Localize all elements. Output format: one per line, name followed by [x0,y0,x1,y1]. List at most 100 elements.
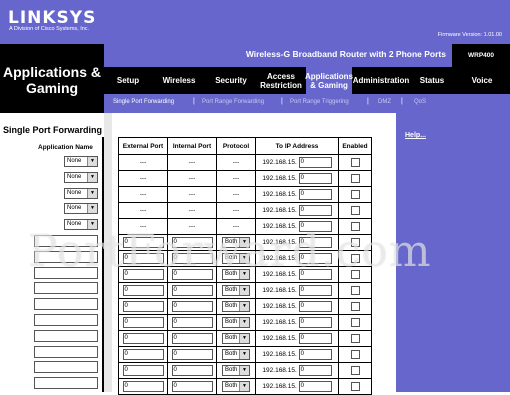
ip-last-octet-input[interactable]: 0 [298,333,332,344]
external-port-cell: 0 [118,266,168,283]
ip-last-octet-input[interactable]: 0 [298,269,332,280]
application-name-input[interactable] [34,345,98,358]
tab-security[interactable]: Security [206,67,256,94]
application-select[interactable]: None ▼ [64,187,98,199]
enabled-checkbox[interactable] [350,350,360,359]
subtab-single-port-forwarding[interactable]: Single Port Forwarding [113,99,174,105]
application-select[interactable]: None ▼ [64,156,98,167]
external-port-input[interactable]: 0 [122,381,164,392]
internal-port-input[interactable]: 0 [171,317,213,328]
external-port-value: --- [118,202,168,219]
ip-last-octet-input[interactable]: 0 [298,189,332,200]
external-port-input[interactable]: 0 [122,285,164,296]
internal-port-input[interactable]: 0 [171,349,213,360]
enabled-checkbox[interactable] [350,286,360,295]
external-port-input[interactable]: 0 [122,237,164,248]
application-name-input[interactable] [34,250,98,263]
protocol-select[interactable]: Both ▼ [222,237,250,248]
protocol-select[interactable]: Both ▼ [222,285,250,296]
application-select[interactable]: None ▼ [64,219,98,231]
enabled-checkbox[interactable] [350,302,360,311]
application-name-input[interactable] [34,361,98,374]
protocol-select[interactable]: Both ▼ [222,269,250,280]
subtab-qos[interactable]: QoS [414,99,426,105]
application-name-input[interactable] [34,282,98,295]
enabled-checkbox[interactable] [350,270,360,279]
enabled-checkbox[interactable] [350,158,360,167]
internal-port-input[interactable]: 0 [171,269,213,280]
protocol-select[interactable]: Both ▼ [222,333,250,344]
internal-port-input[interactable]: 0 [171,301,213,312]
application-select[interactable]: None ▼ [64,171,98,183]
internal-port-input[interactable]: 0 [171,237,213,248]
ip-last-octet-input[interactable]: 0 [298,381,332,392]
tab-voice[interactable]: Voice [454,67,510,94]
ip-last-octet-input[interactable]: 0 [298,221,332,232]
external-port-input[interactable]: 0 [122,301,164,312]
ip-last-octet-input[interactable]: 0 [298,285,332,296]
ip-last-octet-input[interactable]: 0 [298,317,332,328]
external-port-input[interactable]: 0 [122,333,164,344]
ip-last-octet-input[interactable]: 0 [298,205,332,216]
subtab-dmz[interactable]: DMZ [378,99,391,105]
ip-last-octet-input[interactable]: 0 [298,237,332,248]
protocol-select[interactable]: Both ▼ [222,317,250,328]
application-name-input[interactable] [34,314,98,326]
internal-port-input[interactable]: 0 [171,285,213,296]
application-select-value: None [67,205,82,212]
tab-access-restriction[interactable]: Access Restriction [256,67,306,94]
page-title-box: Single Port Forwarding [0,113,104,137]
table-row: 0 0 Both ▼ 192.168.15. 0 [118,266,372,283]
internal-port-input[interactable]: 0 [171,253,213,264]
tab-applications-gaming[interactable]: Applications & Gaming [305,67,353,94]
application-name-input[interactable] [34,329,98,342]
ip-last-octet-input[interactable]: 0 [298,157,332,168]
internal-port-value: --- [167,202,217,219]
internal-port-input[interactable]: 0 [171,381,213,392]
application-name-input[interactable] [34,298,98,311]
application-name-input[interactable] [34,266,98,279]
external-port-input[interactable]: 0 [122,269,164,280]
enabled-checkbox[interactable] [350,238,360,247]
enabled-checkbox[interactable] [350,382,360,391]
subtab-port-range-forwarding[interactable]: Port Range Forwarding [202,99,264,105]
tab-wireless[interactable]: Wireless [152,67,206,94]
tab-status[interactable]: Status [410,67,454,94]
application-select[interactable]: None ▼ [64,203,98,215]
enabled-checkbox[interactable] [350,222,360,231]
help-link[interactable]: Help... [405,132,426,139]
protocol-select[interactable]: Both ▼ [222,301,250,312]
external-port-input[interactable]: 0 [122,317,164,328]
product-bar: Wireless-G Broadband Router with 2 Phone… [104,44,510,67]
application-name-input[interactable] [34,235,98,247]
enabled-checkbox[interactable] [350,334,360,343]
enabled-checkbox[interactable] [350,190,360,199]
ip-last-octet-input[interactable]: 0 [298,349,332,360]
protocol-value: --- [216,154,256,171]
enabled-checkbox[interactable] [350,366,360,375]
table-row: 0 0 Both ▼ 192.168.15. 0 [118,314,372,331]
enabled-checkbox[interactable] [350,174,360,183]
protocol-select[interactable]: Both ▼ [222,253,250,264]
ip-last-octet-input[interactable]: 0 [298,365,332,376]
protocol-select[interactable]: Both ▼ [222,365,250,376]
protocol-select[interactable]: Both ▼ [222,381,250,392]
enabled-checkbox[interactable] [350,206,360,215]
ip-last-octet-input[interactable]: 0 [298,301,332,312]
tab-setup[interactable]: Setup [104,67,152,94]
enabled-checkbox[interactable] [350,254,360,263]
ip-last-octet-input[interactable]: 0 [298,253,332,264]
external-port-input[interactable]: 0 [122,349,164,360]
protocol-select[interactable]: Both ▼ [222,349,250,360]
enabled-checkbox[interactable] [350,318,360,327]
content-gutter [104,113,112,392]
ip-last-octet-input[interactable]: 0 [298,173,332,184]
external-port-input[interactable]: 0 [122,253,164,264]
subtab-port-range-triggering[interactable]: Port Range Triggering [290,99,349,105]
internal-port-input[interactable]: 0 [171,333,213,344]
application-name-input[interactable] [34,377,98,390]
tab-administration[interactable]: Administration [352,67,410,94]
external-port-input[interactable]: 0 [122,365,164,376]
ip-prefix: 192.168.15. [262,319,297,327]
internal-port-input[interactable]: 0 [171,365,213,376]
